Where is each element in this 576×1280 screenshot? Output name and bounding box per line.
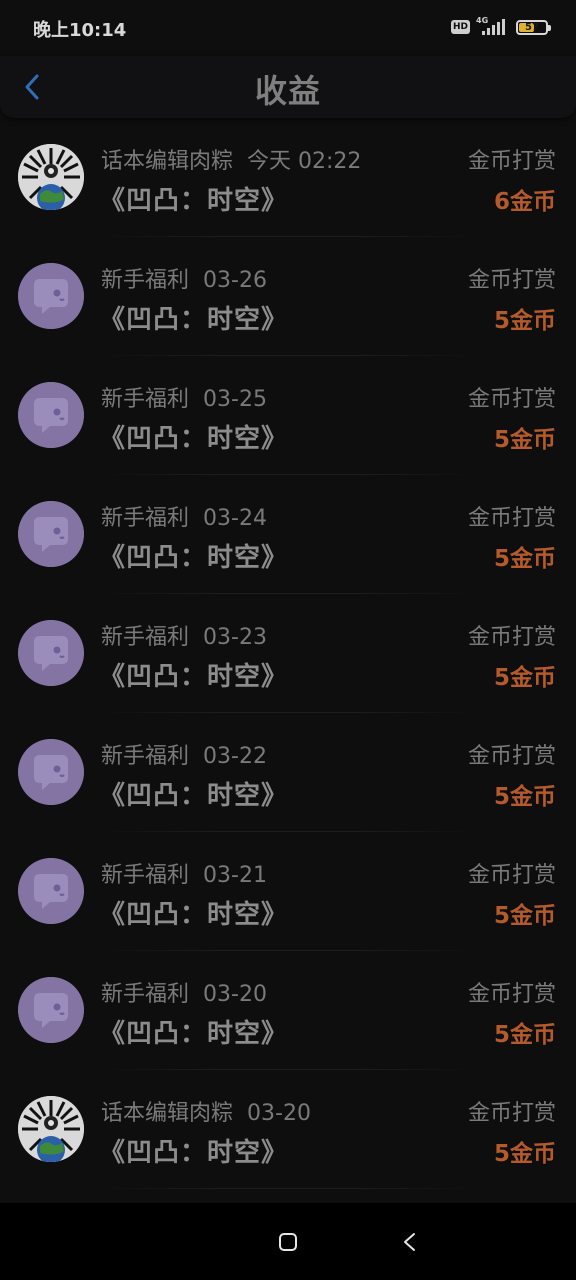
reward-amount: 6金币: [493, 189, 556, 215]
reward-type: 金币打赏: [467, 982, 556, 1007]
sender-line: 新手福利 03-23: [101, 619, 267, 651]
chat-bubble-avatar: [18, 263, 84, 329]
globe-avatar-art: [18, 1096, 84, 1162]
earning-row[interactable]: 新手福利 03-20 《凹凸：时空》 金币打赏 5金币: [0, 951, 576, 1070]
sender-line: 新手福利 03-26: [101, 262, 267, 294]
chat-bubble-avatar-art: [18, 382, 84, 448]
sender-name: 新手福利: [101, 268, 190, 293]
reward-amount: 5金币: [493, 784, 556, 810]
globe-avatar: [18, 144, 84, 210]
sender-name: 新手福利: [101, 982, 190, 1007]
item-date: 03-20: [247, 1101, 311, 1126]
earning-row[interactable]: 话本编辑肉粽 03-20 《凹凸：时空》 金币打赏 5金币: [0, 1070, 576, 1189]
triangle-back-icon[interactable]: [400, 1231, 420, 1253]
status-bar: 晚上10:14 HD 4G 57: [0, 0, 576, 56]
reward-amount: 5金币: [493, 903, 556, 929]
sender-line: 话本编辑肉粽 03-20: [101, 1095, 311, 1127]
chat-bubble-avatar: [18, 977, 84, 1043]
chat-bubble-avatar-art: [18, 501, 84, 567]
chat-bubble-avatar: [18, 620, 84, 686]
book-title: 《凹凸：时空》: [99, 543, 289, 573]
chat-bubble-avatar: [18, 382, 84, 448]
reward-amount: 5金币: [493, 308, 556, 334]
chat-bubble-avatar-art: [18, 739, 84, 805]
sender-name: 新手福利: [101, 863, 190, 888]
item-date: 03-22: [203, 744, 267, 769]
sender-name: 话本编辑肉粽: [101, 1101, 234, 1126]
row-divider: [100, 1188, 476, 1189]
sender-name: 新手福利: [101, 744, 190, 769]
earning-row[interactable]: 新手福利 03-22 《凹凸：时空》 金币打赏 5金币: [0, 713, 576, 832]
earning-row[interactable]: 话本编辑肉粽 今天 02:22 《凹凸：时空》 金币打赏 6金币: [0, 118, 576, 237]
item-date: 03-26: [203, 268, 267, 293]
reward-type: 金币打赏: [467, 1101, 556, 1126]
reward-type: 金币打赏: [467, 625, 556, 650]
book-title: 《凹凸：时空》: [99, 1138, 289, 1168]
sender-line: 新手福利 03-22: [101, 738, 267, 770]
book-title: 《凹凸：时空》: [99, 305, 289, 335]
reward-type: 金币打赏: [467, 387, 556, 412]
book-title: 《凹凸：时空》: [99, 186, 289, 216]
item-date: 今天 02:22: [247, 149, 362, 174]
item-date: 03-25: [203, 387, 267, 412]
chat-bubble-avatar: [18, 858, 84, 924]
globe-avatar-art: [18, 144, 84, 210]
status-icons: HD 4G 57: [450, 16, 551, 38]
reward-type: 金币打赏: [467, 149, 556, 174]
reward-amount: 5金币: [493, 427, 556, 453]
status-time: 晚上10:14: [33, 20, 127, 41]
reward-type: 金币打赏: [467, 268, 556, 293]
book-title: 《凹凸：时空》: [99, 662, 289, 692]
reward-type: 金币打赏: [467, 744, 556, 769]
reward-type: 金币打赏: [467, 863, 556, 888]
earnings-list: 话本编辑肉粽 今天 02:22 《凹凸：时空》 金币打赏 6金币 新手福利 03-2…: [0, 118, 576, 1189]
item-date: 03-21: [203, 863, 267, 888]
reward-amount: 5金币: [493, 1022, 556, 1048]
reward-amount: 5金币: [493, 1141, 556, 1167]
item-date: 03-24: [203, 506, 267, 531]
book-title: 《凹凸：时空》: [99, 424, 289, 454]
earning-row[interactable]: 新手福利 03-24 《凹凸：时空》 金币打赏 5金币: [0, 475, 576, 594]
sender-name: 话本编辑肉粽: [101, 149, 234, 174]
sender-line: 新手福利 03-21: [101, 857, 267, 889]
reward-amount: 5金币: [493, 665, 556, 691]
signal-icon: 4G: [476, 16, 506, 37]
chat-bubble-avatar: [18, 739, 84, 805]
earning-row[interactable]: 新手福利 03-25 《凹凸：时空》 金币打赏 5金币: [0, 356, 576, 475]
item-date: 03-20: [203, 982, 267, 1007]
earning-row[interactable]: 新手福利 03-23 《凹凸：时空》 金币打赏 5金币: [0, 594, 576, 713]
battery-icon: 57: [516, 19, 551, 35]
sender-name: 新手福利: [101, 625, 190, 650]
reward-type: 金币打赏: [467, 506, 556, 531]
chat-bubble-avatar-art: [18, 263, 84, 329]
chat-bubble-avatar: [18, 501, 84, 567]
book-title: 《凹凸：时空》: [99, 781, 289, 811]
sender-line: 新手福利 03-24: [101, 500, 267, 532]
page-title: 收益: [254, 72, 321, 110]
reward-amount: 5金币: [493, 546, 556, 572]
chat-bubble-avatar-art: [18, 977, 84, 1043]
sender-line: 新手福利 03-25: [101, 381, 267, 413]
item-date: 03-23: [203, 625, 267, 650]
book-title: 《凹凸：时空》: [99, 1019, 289, 1049]
hd-icon: HD: [450, 20, 470, 34]
sender-name: 新手福利: [101, 506, 190, 531]
chat-bubble-avatar-art: [18, 858, 84, 924]
chat-bubble-avatar-art: [18, 620, 84, 686]
battery-level: 57: [525, 21, 539, 33]
book-title: 《凹凸：时空》: [99, 900, 289, 930]
sender-name: 新手福利: [101, 387, 190, 412]
globe-avatar: [18, 1096, 84, 1162]
earning-row[interactable]: 新手福利 03-21 《凹凸：时空》 金币打赏 5金币: [0, 832, 576, 951]
app-header: 收益: [0, 56, 576, 118]
square-home-icon[interactable]: [278, 1232, 298, 1252]
sender-line: 新手福利 03-20: [101, 976, 267, 1008]
sender-line: 话本编辑肉粽 今天 02:22: [101, 143, 361, 175]
system-nav-bar: [0, 1203, 576, 1280]
earning-row[interactable]: 新手福利 03-26 《凹凸：时空》 金币打赏 5金币: [0, 237, 576, 356]
